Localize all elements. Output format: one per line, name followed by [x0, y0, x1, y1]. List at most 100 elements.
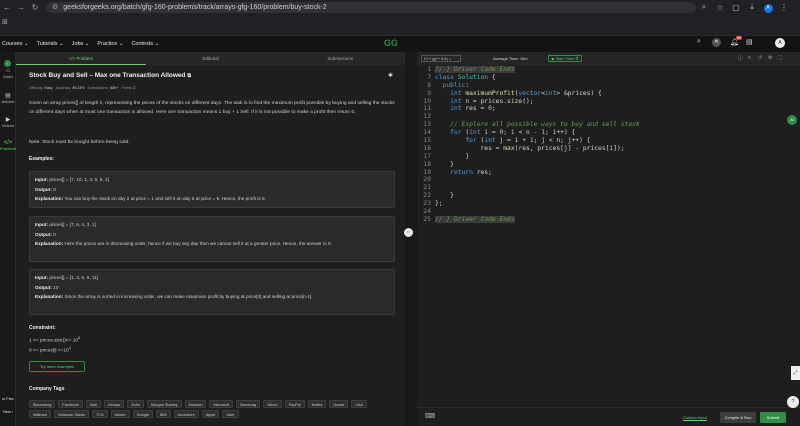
search-icon[interactable]: ⌕: [697, 38, 701, 46]
problem-note: Note: Stock must be bought before being …: [29, 140, 130, 145]
compile-run-button[interactable]: Compile & Run: [720, 412, 756, 423]
company-tag[interactable]: Yahoo: [262, 400, 282, 408]
company-tag[interactable]: Facebook: [58, 400, 84, 408]
assistant-icon[interactable]: AI: [787, 115, 797, 125]
tab-editorial[interactable]: Editorial: [146, 52, 276, 65]
drag-handle-icon[interactable]: ⇔: [404, 228, 413, 237]
company-tag[interactable]: Apple: [201, 410, 220, 418]
language-select[interactable]: C++ (g++ 5.4) ⌄: [421, 55, 461, 62]
code-line[interactable]: 8 public:: [417, 82, 800, 90]
download-icon[interactable]: ⤓: [744, 2, 760, 12]
try-more-examples-button[interactable]: Try more examples: [29, 361, 85, 372]
menu-tutorials[interactable]: Tutorials ⌄: [37, 41, 64, 47]
company-tag[interactable]: Google: [132, 410, 153, 418]
code-line[interactable]: 16 res = max(res, prices[j] - prices[i])…: [417, 145, 800, 153]
profile-icon[interactable]: A: [760, 2, 776, 13]
expand-icon[interactable]: ›: [4, 60, 11, 67]
prev-button[interactable]: ut Prev: [0, 397, 16, 401]
settings-icon[interactable]: ⚙: [768, 55, 772, 61]
menu-courses[interactable]: Courses ⌄: [2, 41, 29, 47]
gfg-logo[interactable]: GG: [384, 38, 406, 48]
code-line[interactable]: 1 // } Driver Code Ends: [417, 66, 800, 74]
company-tag[interactable]: Nvidia: [307, 400, 327, 408]
code-line[interactable]: 10 int n = prices.size();: [417, 98, 800, 106]
next-button[interactable]: Next ›: [0, 410, 16, 414]
company-tag[interactable]: Adobe: [110, 410, 130, 418]
company-tag[interactable]: Morgan Stanley: [146, 400, 182, 408]
code-line[interactable]: 25 // } Driver Code Ends: [417, 215, 800, 224]
code-area[interactable]: 1// } Driver Code Ends 7 class Solution {8…: [417, 66, 800, 224]
code-line[interactable]: 7 class Solution {: [417, 74, 800, 82]
sidebar-item-problems[interactable]: </> Problems: [0, 140, 17, 151]
close-icon[interactable]: ✕: [712, 38, 721, 47]
code-line[interactable]: 11 int res = 0;: [417, 105, 800, 113]
company-tag[interactable]: Uber: [222, 410, 239, 418]
menu-icon[interactable]: ⋮: [776, 3, 792, 12]
star-icon[interactable]: ☆: [712, 3, 728, 12]
code-line[interactable]: 15 for (int j = i + 1; j < n; j++) {: [417, 137, 800, 145]
editor-toolbar: C++ (g++ 5.4) ⌄ Average Time: 10m ▶ Star…: [417, 52, 800, 65]
code-line[interactable]: 20: [417, 176, 800, 184]
code-line[interactable]: 17 }: [417, 153, 800, 161]
menu-practice[interactable]: Practice ⌄: [97, 41, 123, 47]
company-tag[interactable]: Infosys: [104, 400, 125, 408]
address-bar[interactable]: ⚙ geeksforgeeks.org/batch/gfg-160-proble…: [46, 1, 696, 13]
company-tag[interactable]: Walmart: [29, 410, 51, 418]
tab-submissions[interactable]: Submissions: [275, 52, 405, 65]
sidebar-item-dash[interactable]: ⌂ Dash: [0, 68, 16, 79]
custom-input-link[interactable]: Custom Input: [683, 415, 707, 420]
line-number: 24: [423, 208, 431, 216]
menu-contests[interactable]: Contests ⌄: [131, 41, 159, 47]
extensions-icon[interactable]: ▢: [728, 3, 744, 12]
code-line[interactable]: 24: [417, 208, 800, 216]
tab-problem[interactable]: </> Problem: [16, 52, 146, 65]
console-icon[interactable]: ⌨: [425, 412, 435, 420]
code-line[interactable]: 9 int maximumProfit(vector<int> &prices)…: [417, 90, 800, 98]
constraint-1: 1 <= prices.size()<= 105: [29, 336, 81, 344]
code-line[interactable]: 21: [417, 184, 800, 192]
reload-icon[interactable]: ↻: [28, 3, 42, 12]
search-icon[interactable]: ⌕: [696, 2, 712, 12]
fullscreen-icon[interactable]: ⛶: [778, 55, 782, 61]
company-tag[interactable]: TCS: [92, 410, 108, 418]
avatar[interactable]: A: [775, 38, 785, 48]
copy-icon[interactable]: ⧉: [187, 73, 191, 79]
feedback-icon[interactable]: ⤢: [791, 366, 800, 380]
sidebar-item-articles[interactable]: ▤ Articles: [0, 92, 16, 104]
menu-jobs[interactable]: Jobs ⌄: [72, 41, 90, 47]
help-icon[interactable]: ?: [787, 396, 799, 408]
back-icon[interactable]: ←: [0, 3, 14, 12]
company-tag[interactable]: Samsung: [235, 400, 260, 408]
code-text: int maximumProfit(vector<int> &prices) {: [450, 89, 602, 97]
company-tag[interactable]: IBM: [155, 410, 171, 418]
format-icon[interactable]: ≡: [748, 55, 751, 61]
reset-icon[interactable]: ↺: [758, 55, 762, 61]
code-line[interactable]: 19 return res;: [417, 169, 800, 177]
panel-splitter[interactable]: [405, 52, 417, 426]
company-tag[interactable]: Goldman Sachs: [54, 410, 90, 418]
chat-icon[interactable]: ▤: [746, 38, 753, 46]
company-tag[interactable]: PayPal: [284, 400, 305, 408]
code-line[interactable]: 13 // Explore all possible ways to buy a…: [417, 121, 800, 129]
code-line[interactable]: 14 for (int i = 0; i < n - 1; i++) {: [417, 129, 800, 137]
company-tag[interactable]: Oracle: [329, 400, 349, 408]
submit-button[interactable]: Submit: [760, 412, 786, 423]
forward-icon[interactable]: →: [14, 3, 28, 12]
bug-icon[interactable]: ✱: [388, 72, 393, 79]
start-timer-button[interactable]: ▶ Start Timer ⏱: [548, 55, 582, 62]
code-line[interactable]: 22 }: [417, 192, 800, 200]
code-text: class Solution {: [435, 73, 496, 81]
company-tag[interactable]: Zoho: [127, 400, 144, 408]
company-tag[interactable]: Accenture: [173, 410, 199, 418]
company-tag[interactable]: Microsoft: [209, 400, 233, 408]
code-line[interactable]: 18 }: [417, 161, 800, 169]
site-info-icon[interactable]: ⚙: [52, 3, 58, 11]
apps-icon[interactable]: ⊞: [2, 18, 8, 26]
company-tag[interactable]: Intel: [86, 400, 102, 408]
info-icon[interactable]: ⓘ: [738, 55, 743, 62]
company-tag[interactable]: Bloomberg: [29, 400, 56, 408]
sidebar-item-videos[interactable]: ▶ Videos: [0, 116, 16, 128]
company-tag[interactable]: Visa: [351, 400, 367, 408]
company-tag[interactable]: Amazon: [184, 400, 207, 408]
code-line[interactable]: 23};: [417, 200, 800, 208]
